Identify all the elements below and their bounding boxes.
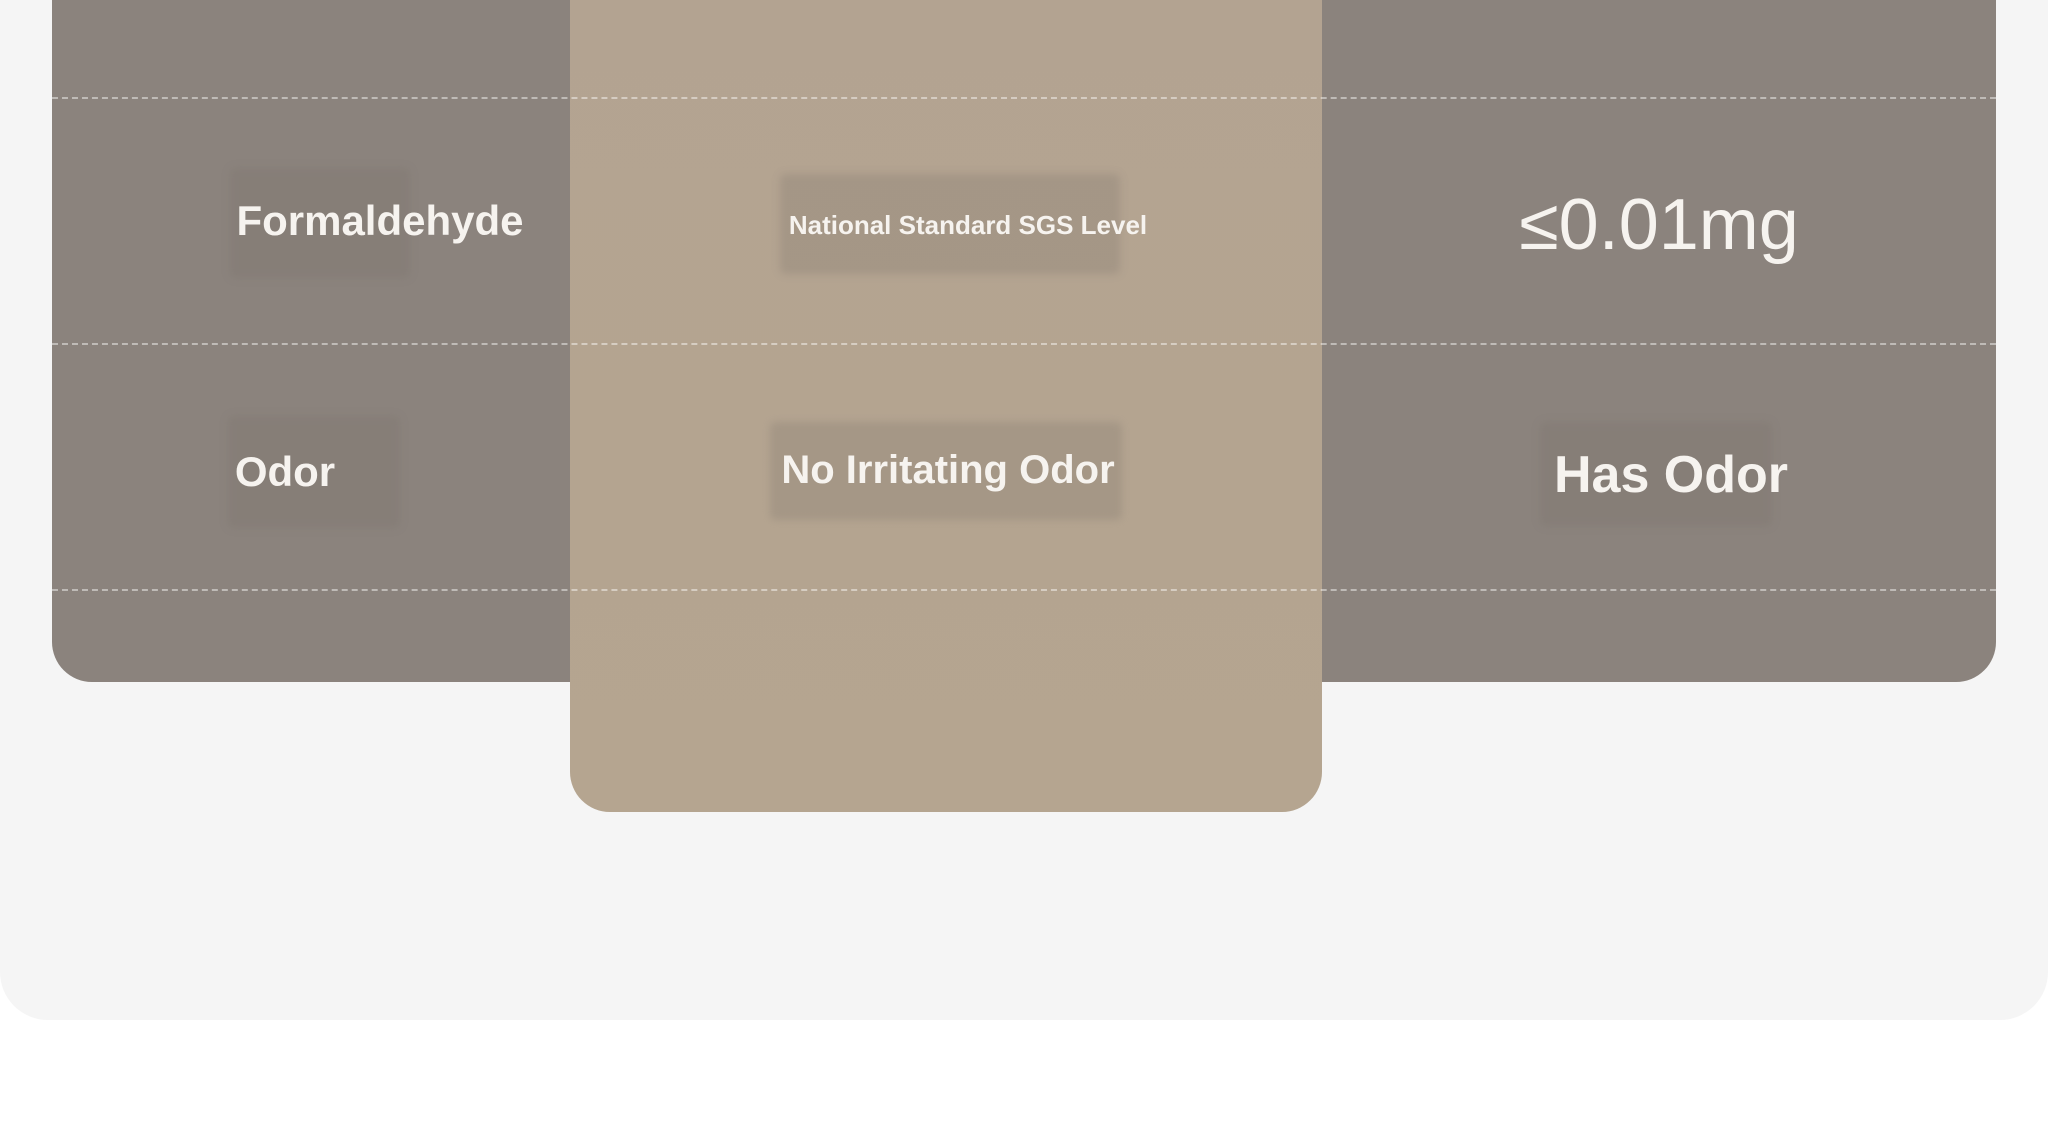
header-cell-others (1322, 0, 1996, 10)
highlight-column (570, 0, 1322, 812)
table-row-others: Has Odor (1322, 420, 2020, 530)
table-row-ours: No Irritating Odor (570, 420, 1326, 520)
header-cell-label (52, 0, 570, 10)
table-row-others: ≤0.01mg (1519, 185, 1799, 265)
row-divider (52, 97, 1996, 99)
header-cell-ours (570, 0, 1322, 10)
table-row-label: Formaldehyde (170, 160, 590, 282)
row-divider (52, 589, 1996, 591)
table-row-label: Odor (120, 412, 450, 532)
table-row-ours: National Standard SGS Level (600, 170, 1336, 280)
row-divider (52, 343, 1996, 345)
